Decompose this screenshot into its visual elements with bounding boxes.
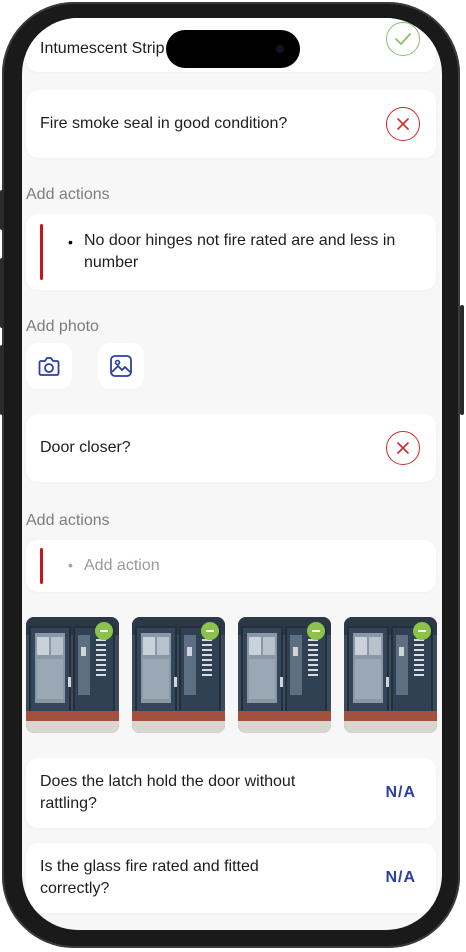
- screen: Intumescent Strip in good condition? Fir…: [22, 18, 442, 930]
- fail-icon[interactable]: [386, 107, 420, 141]
- add-action-input[interactable]: Add action: [84, 555, 404, 577]
- gallery-button[interactable]: [98, 343, 144, 389]
- bullet: •: [68, 557, 73, 573]
- photo-thumbnail[interactable]: [344, 617, 437, 733]
- action-list: • No door hinges not fire rated are and …: [26, 214, 436, 290]
- question-card-fire-smoke-seal: Fire smoke seal in good condition?: [26, 90, 436, 158]
- question-card-glass: Is the glass fire rated and fitted corre…: [26, 843, 436, 913]
- camera-button[interactable]: [26, 343, 72, 389]
- photo-thumbnail[interactable]: [132, 617, 225, 733]
- volume-down-button: [0, 345, 4, 415]
- question-text: Does the latch hold the door without rat…: [40, 773, 296, 812]
- camera-icon: [38, 357, 60, 376]
- accent-bar: [40, 548, 43, 584]
- remove-photo-icon[interactable]: [201, 622, 219, 640]
- camera-dot: [276, 45, 284, 53]
- add-photo-label: Add photo: [26, 318, 99, 335]
- add-actions-label: Add actions: [26, 186, 110, 203]
- question-text: Door closer?: [40, 439, 131, 456]
- add-actions-label: Add actions: [26, 512, 110, 529]
- photo-thumbnail[interactable]: [238, 617, 331, 733]
- accent-bar: [40, 224, 43, 280]
- remove-photo-icon[interactable]: [307, 622, 325, 640]
- dynamic-island: [166, 30, 300, 68]
- photo-thumbnail[interactable]: [26, 617, 119, 733]
- action-input-card: • Add action: [26, 540, 436, 592]
- mute-switch: [0, 190, 4, 230]
- fail-icon[interactable]: [386, 431, 420, 465]
- question-text: Is the glass fire rated and fitted corre…: [40, 858, 259, 897]
- question-text: Fire smoke seal in good condition?: [40, 115, 288, 132]
- action-item[interactable]: No door hinges not fire rated are and le…: [84, 230, 404, 274]
- question-card-door-closer: Door closer?: [26, 414, 436, 482]
- bullet: •: [68, 234, 73, 250]
- volume-up-button: [0, 258, 4, 328]
- check-icon[interactable]: [386, 22, 420, 56]
- na-answer[interactable]: N/A: [385, 784, 416, 802]
- remove-photo-icon[interactable]: [95, 622, 113, 640]
- remove-photo-icon[interactable]: [413, 622, 431, 640]
- power-button: [460, 305, 464, 415]
- question-card-latch: Does the latch hold the door without rat…: [26, 758, 436, 828]
- na-answer[interactable]: N/A: [385, 869, 416, 887]
- gallery-icon: [110, 355, 132, 377]
